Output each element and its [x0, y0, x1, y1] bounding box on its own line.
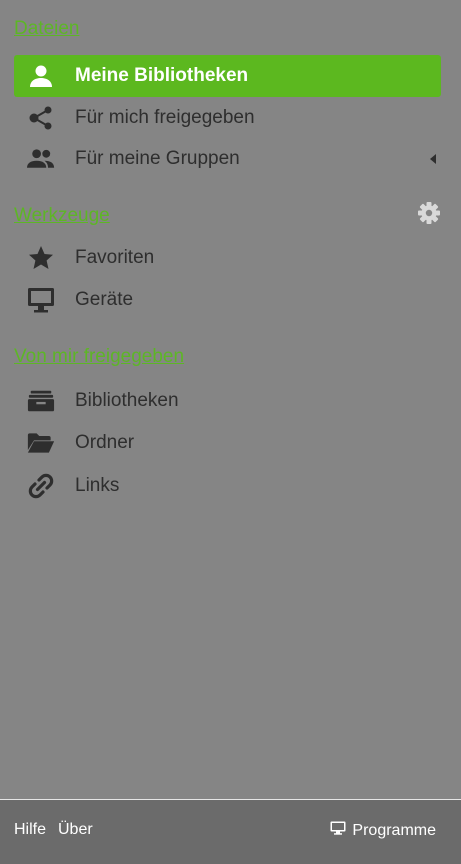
nav-label: Für mich freigegeben [75, 107, 255, 128]
nav-label: Geräte [75, 289, 134, 310]
nav-label: Für meine Gruppen [75, 148, 240, 169]
footer: Hilfe Über Programme [0, 799, 461, 864]
monitor-icon [27, 286, 55, 314]
help-link[interactable]: Hilfe [14, 821, 46, 839]
apps-label: Programme [352, 821, 436, 839]
section-heading-shared-by-me[interactable]: Von mir freigegeben [14, 346, 184, 368]
nav-label: Links [75, 475, 120, 496]
link-icon [27, 472, 55, 500]
nav-item-my-libraries[interactable]: Meine Bibliotheken [14, 55, 441, 97]
nav-item-favorites[interactable]: Favoriten [14, 237, 441, 279]
nav-label: Meine Bibliotheken [75, 65, 249, 86]
archive-icon [27, 387, 55, 415]
nav-item-folders[interactable]: Ordner [14, 422, 441, 464]
nav-item-shared-with-me[interactable]: Für mich freigegeben [14, 97, 441, 139]
section-heading-files[interactable]: Dateien [14, 18, 80, 40]
nav-label: Ordner [75, 432, 135, 453]
nav-item-links[interactable]: Links [14, 465, 441, 507]
group-icon [27, 145, 55, 173]
desktop-icon [330, 821, 352, 840]
nav-item-my-groups[interactable]: Für meine Gruppen [14, 138, 441, 180]
gear-icon[interactable] [418, 202, 440, 229]
star-icon [27, 244, 55, 272]
nav-item-libraries[interactable]: Bibliotheken [14, 380, 441, 422]
about-link[interactable]: Über [58, 821, 93, 839]
share-icon [27, 104, 55, 132]
side-panel: Dateien Meine Bibliotheken Für mich frei… [0, 0, 461, 799]
folder-open-icon [27, 429, 55, 457]
caret-left-icon[interactable] [429, 152, 437, 170]
nav-label: Bibliotheken [75, 390, 179, 411]
user-icon [27, 62, 55, 90]
nav-item-devices[interactable]: Geräte [14, 279, 441, 321]
apps-link[interactable]: Programme [330, 821, 436, 840]
nav-label: Favoriten [75, 247, 155, 268]
section-heading-tools[interactable]: Werkzeuge [14, 205, 110, 227]
